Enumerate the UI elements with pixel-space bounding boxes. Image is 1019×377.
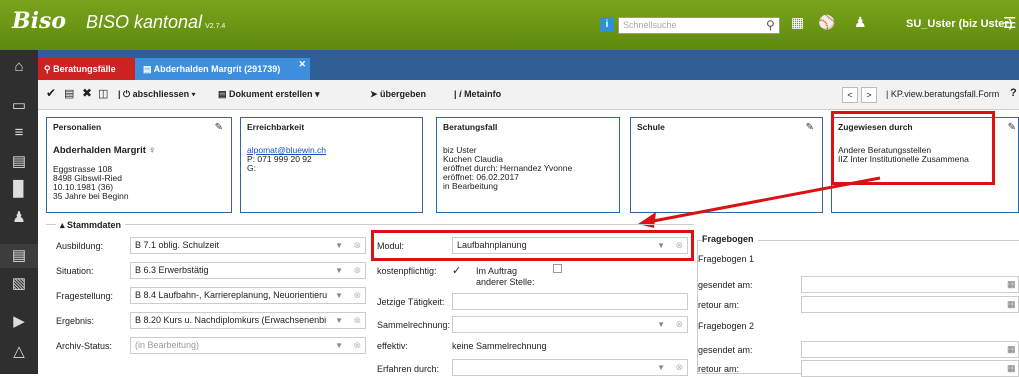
fragebogen-legend: Fragebogen [702,234,758,244]
chevron-down-icon[interactable]: ▼ [335,263,343,278]
chevron-down-icon[interactable]: ▼ [657,238,665,253]
legend-label: Stammdaten [67,220,122,230]
select-value: B 8.20 Kurs u. Nachdiplomkurs (Erwachsen… [135,315,327,325]
modul-label: Modul: [377,241,405,251]
calendar-icon[interactable]: ▦ [1007,344,1016,355]
fragestellung-label: Fragestellung: [56,291,114,301]
fragebogen1-label: Fragebogen 1 [698,254,755,264]
chevron-down-icon[interactable]: ▼ [335,238,343,253]
retour2-label: retour am: [698,364,740,374]
retour1-date-input[interactable] [801,296,1019,313]
clear-icon[interactable]: ⊗ [675,238,683,253]
select-value: B 6.3 Erwerbstätig [135,265,209,275]
select-value: (in Bearbeitung) [135,340,200,350]
situation-label: Situation: [56,266,94,276]
ausbildung-label: Ausbildung: [56,241,104,251]
clear-icon[interactable]: ⊗ [353,263,361,278]
ergebnis-select[interactable]: B 8.20 Kurs u. Nachdiplomkurs (Erwachsen… [130,312,366,329]
fragestellung-select[interactable]: B 8.4 Laufbahn-, Karriereplanung, Neuori… [130,287,366,304]
modul-select[interactable]: Laufbahnplanung ▼ ⊗ [452,237,688,254]
archiv-status-select: (in Bearbeitung) ▼ ⊗ [130,337,366,354]
effektiv-value: keine Sammelrechnung [452,341,547,351]
clear-icon[interactable]: ⊗ [353,313,361,328]
chevron-down-icon: ▼ [335,341,343,350]
kostenpflichtig-checkbox[interactable]: ✓ [452,264,461,277]
retour2-date-input[interactable] [801,360,1019,377]
sammelrechnung-label: Sammelrechnung: [377,320,451,330]
taetigkeit-label: Jetzige Tätigkeit: [377,297,445,307]
clear-icon: ⊗ [353,340,361,350]
stammdaten-legend[interactable]: ▴ Stammdaten [56,220,126,231]
sammelrechnung-select[interactable]: ▼ ⊗ [452,316,688,333]
retour1-label: retour am: [698,300,740,310]
erfahren-label: Erfahren durch: [377,364,440,374]
calendar-icon[interactable]: ▦ [1007,279,1016,290]
gesendet2-label: gesendet am: [698,345,753,355]
im-auftrag-label: Im Auftrag [476,266,518,276]
chevron-down-icon[interactable]: ▼ [657,360,665,375]
chevron-down-icon[interactable]: ▼ [335,313,343,328]
effektiv-label: effektiv: [377,341,408,351]
gesendet2-date-input[interactable] [801,341,1019,358]
im-auftrag-checkbox[interactable] [553,264,562,273]
clear-icon[interactable]: ⊗ [353,238,361,253]
calendar-icon[interactable]: ▦ [1007,299,1016,310]
clear-icon[interactable]: ⊗ [353,288,361,303]
select-value: Laufbahnplanung [457,240,527,250]
clear-icon[interactable]: ⊗ [675,360,683,375]
erfahren-select[interactable]: ▼ ⊗ [452,359,688,376]
fragebogen2-label: Fragebogen 2 [698,321,755,331]
ergebnis-label: Ergebnis: [56,316,95,326]
chevron-down-icon[interactable]: ▼ [657,317,665,332]
select-value: B 7.1 oblig. Schulzeit [135,240,220,250]
anderer-stelle-label: anderer Stelle: [476,277,535,287]
calendar-icon[interactable]: ▦ [1007,363,1016,374]
archiv-status-label: Archiv-Status: [56,341,113,351]
gesendet1-label: gesendet am: [698,280,753,290]
taetigkeit-input[interactable] [452,293,688,310]
kostenpflichtig-label: kostenpflichtig: [377,266,437,276]
chevron-down-icon[interactable]: ▼ [335,288,343,303]
clear-icon[interactable]: ⊗ [675,317,683,332]
select-value: B 8.4 Laufbahn-, Karriereplanung, Neuori… [135,290,328,300]
gesendet1-date-input[interactable] [801,276,1019,293]
situation-select[interactable]: B 6.3 Erwerbstätig ▼ ⊗ [130,262,366,279]
ausbildung-select[interactable]: B 7.1 oblig. Schulzeit ▼ ⊗ [130,237,366,254]
